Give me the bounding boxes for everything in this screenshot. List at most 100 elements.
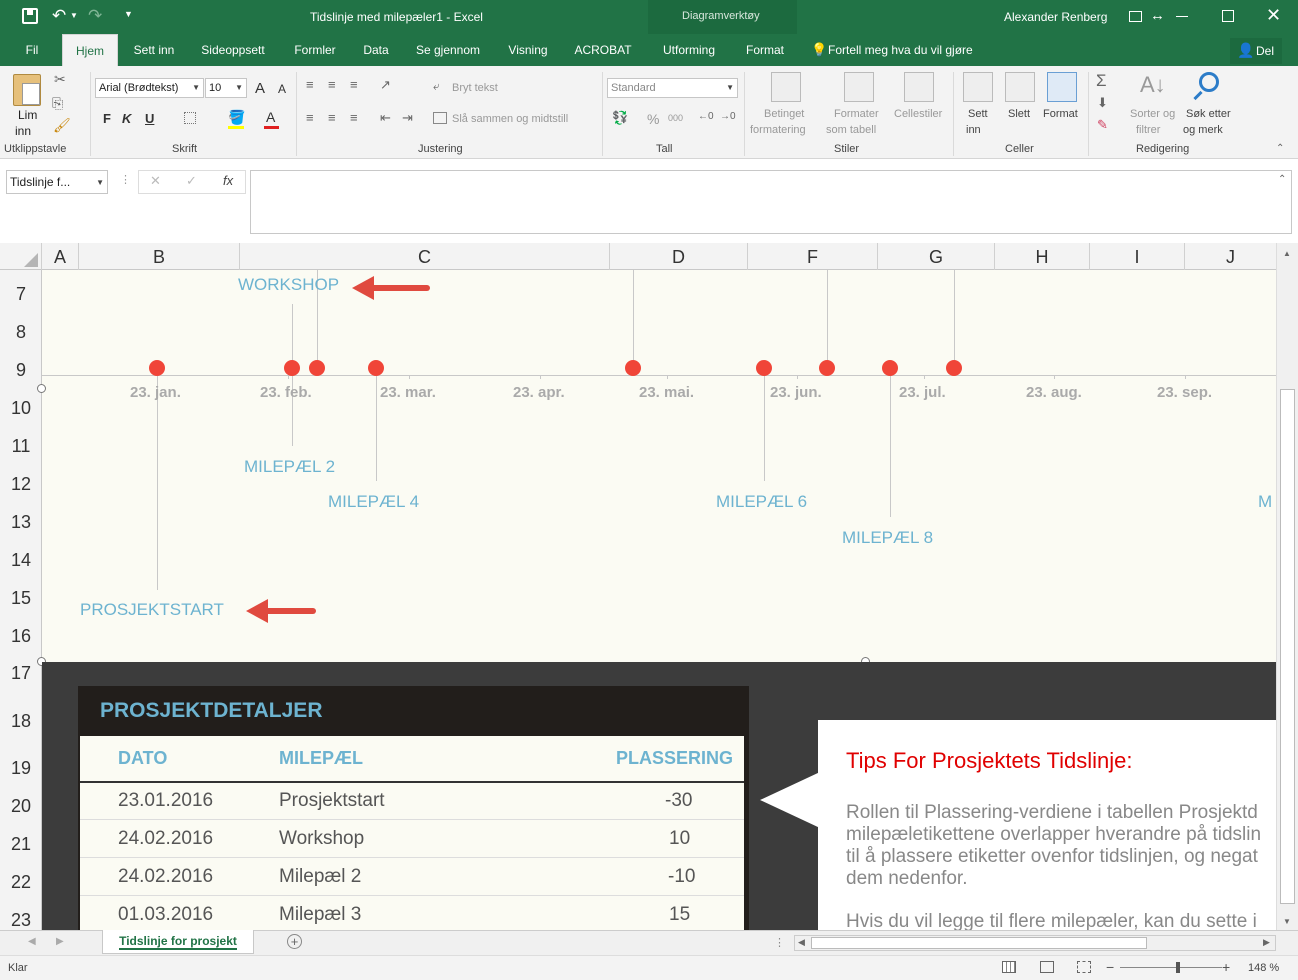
zoom-in-icon[interactable]: + [1222,959,1230,975]
timeline-chart[interactable]: 23. jan. 23. feb. 23. mar. 23. apr. 23. … [42,270,1276,662]
table-cell-placement[interactable]: 15 [669,904,690,926]
customize-qat-icon[interactable]: ▼ [124,9,133,19]
more-options-icon[interactable]: ⋮ [120,175,131,186]
sort-filter-label-2[interactable]: filtrer [1136,124,1160,136]
table-cell-date[interactable]: 23.01.2016 [118,790,213,812]
milestone-dot[interactable] [625,360,641,376]
table-cell-milestone[interactable]: Prosjektstart [279,790,385,812]
column-header-f[interactable]: F [748,243,878,270]
column-header-i[interactable]: I [1090,243,1185,270]
align-middle-icon[interactable]: ≡ [328,78,336,91]
number-format-combo[interactable]: Standard ▼ [607,78,738,98]
fill-color-icon[interactable]: 🪣 [228,110,245,124]
user-name[interactable]: Alexander Renberg [1004,10,1107,24]
wrap-text-button[interactable]: Bryt tekst [452,82,498,94]
row-header-12[interactable]: 12 [0,474,42,495]
next-sheet-icon[interactable]: ▶ [56,936,64,947]
row-header-22[interactable]: 22 [0,872,42,893]
conditional-formatting-icon[interactable] [771,72,801,102]
currency-icon[interactable]: 💱 [612,111,628,124]
format-as-table-label-2[interactable]: som tabell [826,124,876,136]
vertical-scrollbar[interactable]: ▲ ▼ [1276,243,1298,930]
tab-formulas[interactable]: Formler [286,34,344,66]
table-cell-milestone[interactable]: Milepæl 2 [279,866,361,888]
column-header-b[interactable]: B [79,243,240,270]
clear-icon[interactable]: ✎ [1097,118,1108,131]
tab-acrobat[interactable]: ACROBAT [568,34,638,66]
format-painter-icon[interactable]: 🖌 [53,118,71,132]
merge-center-button[interactable]: Slå sammen og midtstill [452,113,568,125]
tips-callout[interactable]: Tips For Prosjektets Tidslinje: Rollen t… [818,720,1276,930]
undo-dropdown-icon[interactable]: ▼ [70,11,78,20]
row-header-14[interactable]: 14 [0,550,42,571]
format-cells-icon[interactable] [1047,72,1077,102]
row-header-23[interactable]: 23 [0,910,42,931]
paste-label-2[interactable]: inn [15,124,31,138]
milestone-dot[interactable] [149,360,165,376]
select-all-corner[interactable] [0,243,42,270]
row-header-8[interactable]: 8 [0,322,42,343]
add-sheet-icon[interactable]: + [287,934,302,949]
formula-input[interactable] [250,170,1292,234]
zoom-slider-thumb[interactable] [1176,962,1180,973]
share-button[interactable]: 👤 Del [1230,38,1282,64]
column-header-c[interactable]: C [240,243,610,270]
shrink-font-button[interactable]: A [278,82,286,96]
column-header-d[interactable]: D [610,243,748,270]
table-cell-placement[interactable]: 10 [669,828,690,850]
paste-icon[interactable] [13,74,41,106]
row-header-16[interactable]: 16 [0,626,42,647]
decrease-decimal-icon[interactable]: →0 [720,112,736,122]
milestone-dot[interactable] [756,360,772,376]
delete-cells-label[interactable]: Slett [1008,108,1030,120]
row-header-17[interactable]: 17 [0,663,42,684]
collapse-ribbon-icon[interactable]: ⌃ [1276,144,1284,154]
delete-cells-icon[interactable] [1005,72,1035,102]
find-select-label-2[interactable]: og merk [1183,124,1223,136]
tab-view[interactable]: Visning [500,34,556,66]
cancel-icon[interactable]: ✕ [150,174,161,187]
format-as-table-icon[interactable] [844,72,874,102]
milestone-dot[interactable] [946,360,962,376]
fill-icon[interactable]: ⬇ [1097,96,1108,109]
table-cell-date[interactable]: 24.02.2016 [118,866,213,888]
page-layout-icon[interactable] [1040,961,1054,973]
cut-icon[interactable]: ✂ [54,72,66,86]
tab-data[interactable]: Data [356,34,396,66]
table-cell-milestone[interactable]: Milepæl 3 [279,904,361,926]
tab-page-layout[interactable]: Sideoppsett [194,34,272,66]
milestone-dot[interactable] [284,360,300,376]
insert-cells-label-1[interactable]: Sett [968,108,988,120]
row-header-11[interactable]: 11 [0,436,42,457]
milestone-dot[interactable] [819,360,835,376]
undo-icon[interactable]: ↶ [52,6,66,26]
percent-button[interactable]: % [647,111,659,127]
close-icon[interactable]: ✕ [1266,5,1281,26]
row-header-9[interactable]: 9 [0,360,42,381]
prev-sheet-icon[interactable]: ◀ [28,936,36,947]
bold-button[interactable]: F [103,111,111,126]
orientation-icon[interactable]: ↗ [380,78,391,91]
scroll-up-icon[interactable]: ▲ [1283,249,1291,258]
cell-styles-icon[interactable] [904,72,934,102]
maximize-icon[interactable] [1222,10,1234,22]
tell-me-box[interactable]: Fortell meg hva du vil gjøre [828,34,978,66]
conditional-formatting-label-1[interactable]: Betinget [764,108,804,120]
tab-review[interactable]: Se gjennom [410,34,486,66]
zoom-slider[interactable] [1120,962,1222,973]
selection-handle[interactable] [37,384,46,393]
redo-icon[interactable]: ↷ [88,6,102,26]
row-header-7[interactable]: 7 [0,284,42,305]
autosum-icon[interactable]: Σ [1096,72,1107,89]
align-left-icon[interactable]: ≡ [306,111,314,124]
sort-filter-label-1[interactable]: Sorter og [1130,108,1175,120]
minimize-icon[interactable] [1176,16,1188,17]
find-select-icon[interactable] [1199,72,1219,92]
hscroll-thumb[interactable] [811,937,1147,949]
table-cell-date[interactable]: 01.03.2016 [118,904,213,926]
table-cell-placement[interactable]: -10 [668,866,695,888]
sheet-tab-active[interactable]: Tidslinje for prosjekt [102,930,254,954]
horizontal-scrollbar[interactable]: ◀ ▶ [794,935,1276,951]
resize-icon[interactable]: ↔ [1150,7,1165,24]
scroll-right-icon[interactable]: ▶ [1263,937,1270,948]
